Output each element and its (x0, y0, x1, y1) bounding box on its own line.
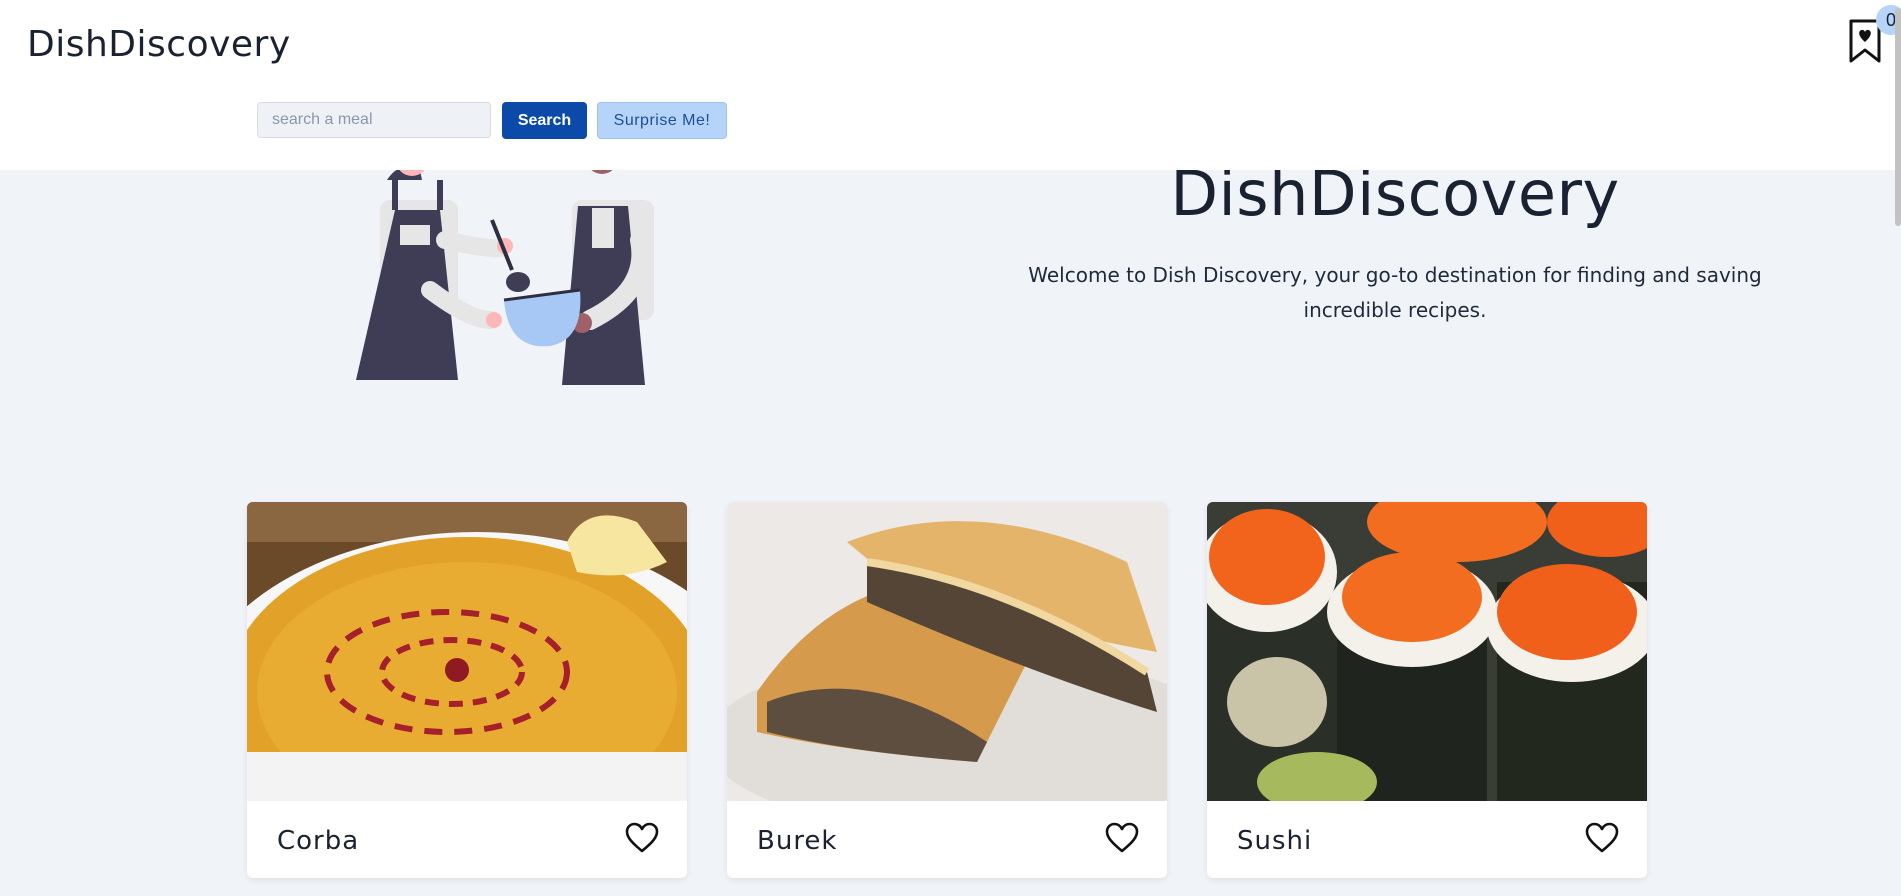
meal-name: Sushi (1237, 826, 1313, 856)
meal-name: Burek (757, 826, 838, 856)
hero-welcome-text: Welcome to Dish Discovery, your go-to de… (1028, 263, 1762, 322)
meal-card-sushi[interactable]: Sushi (1207, 502, 1647, 878)
heart-outline-icon[interactable] (625, 822, 659, 854)
search-input[interactable] (257, 102, 491, 138)
surprise-me-button[interactable]: Surprise Me! (597, 102, 727, 139)
corba-image[interactable] (247, 502, 687, 801)
top-header: DishDiscovery Search Surprise Me! 0 (0, 0, 1901, 170)
search-button[interactable]: Search (502, 102, 587, 139)
meal-card-corba[interactable]: Corba (247, 502, 687, 878)
heart-outline-icon[interactable] (1105, 822, 1139, 854)
meal-card-burek[interactable]: Burek (727, 502, 1167, 878)
sushi-image[interactable] (1207, 502, 1647, 801)
meal-name: Corba (277, 826, 360, 856)
burek-image[interactable] (727, 502, 1167, 801)
brand-logo[interactable]: DishDiscovery (27, 24, 291, 65)
cooks-illustration (340, 139, 680, 385)
heart-outline-icon[interactable] (1585, 822, 1619, 854)
page-scrollbar[interactable] (1895, 8, 1901, 226)
